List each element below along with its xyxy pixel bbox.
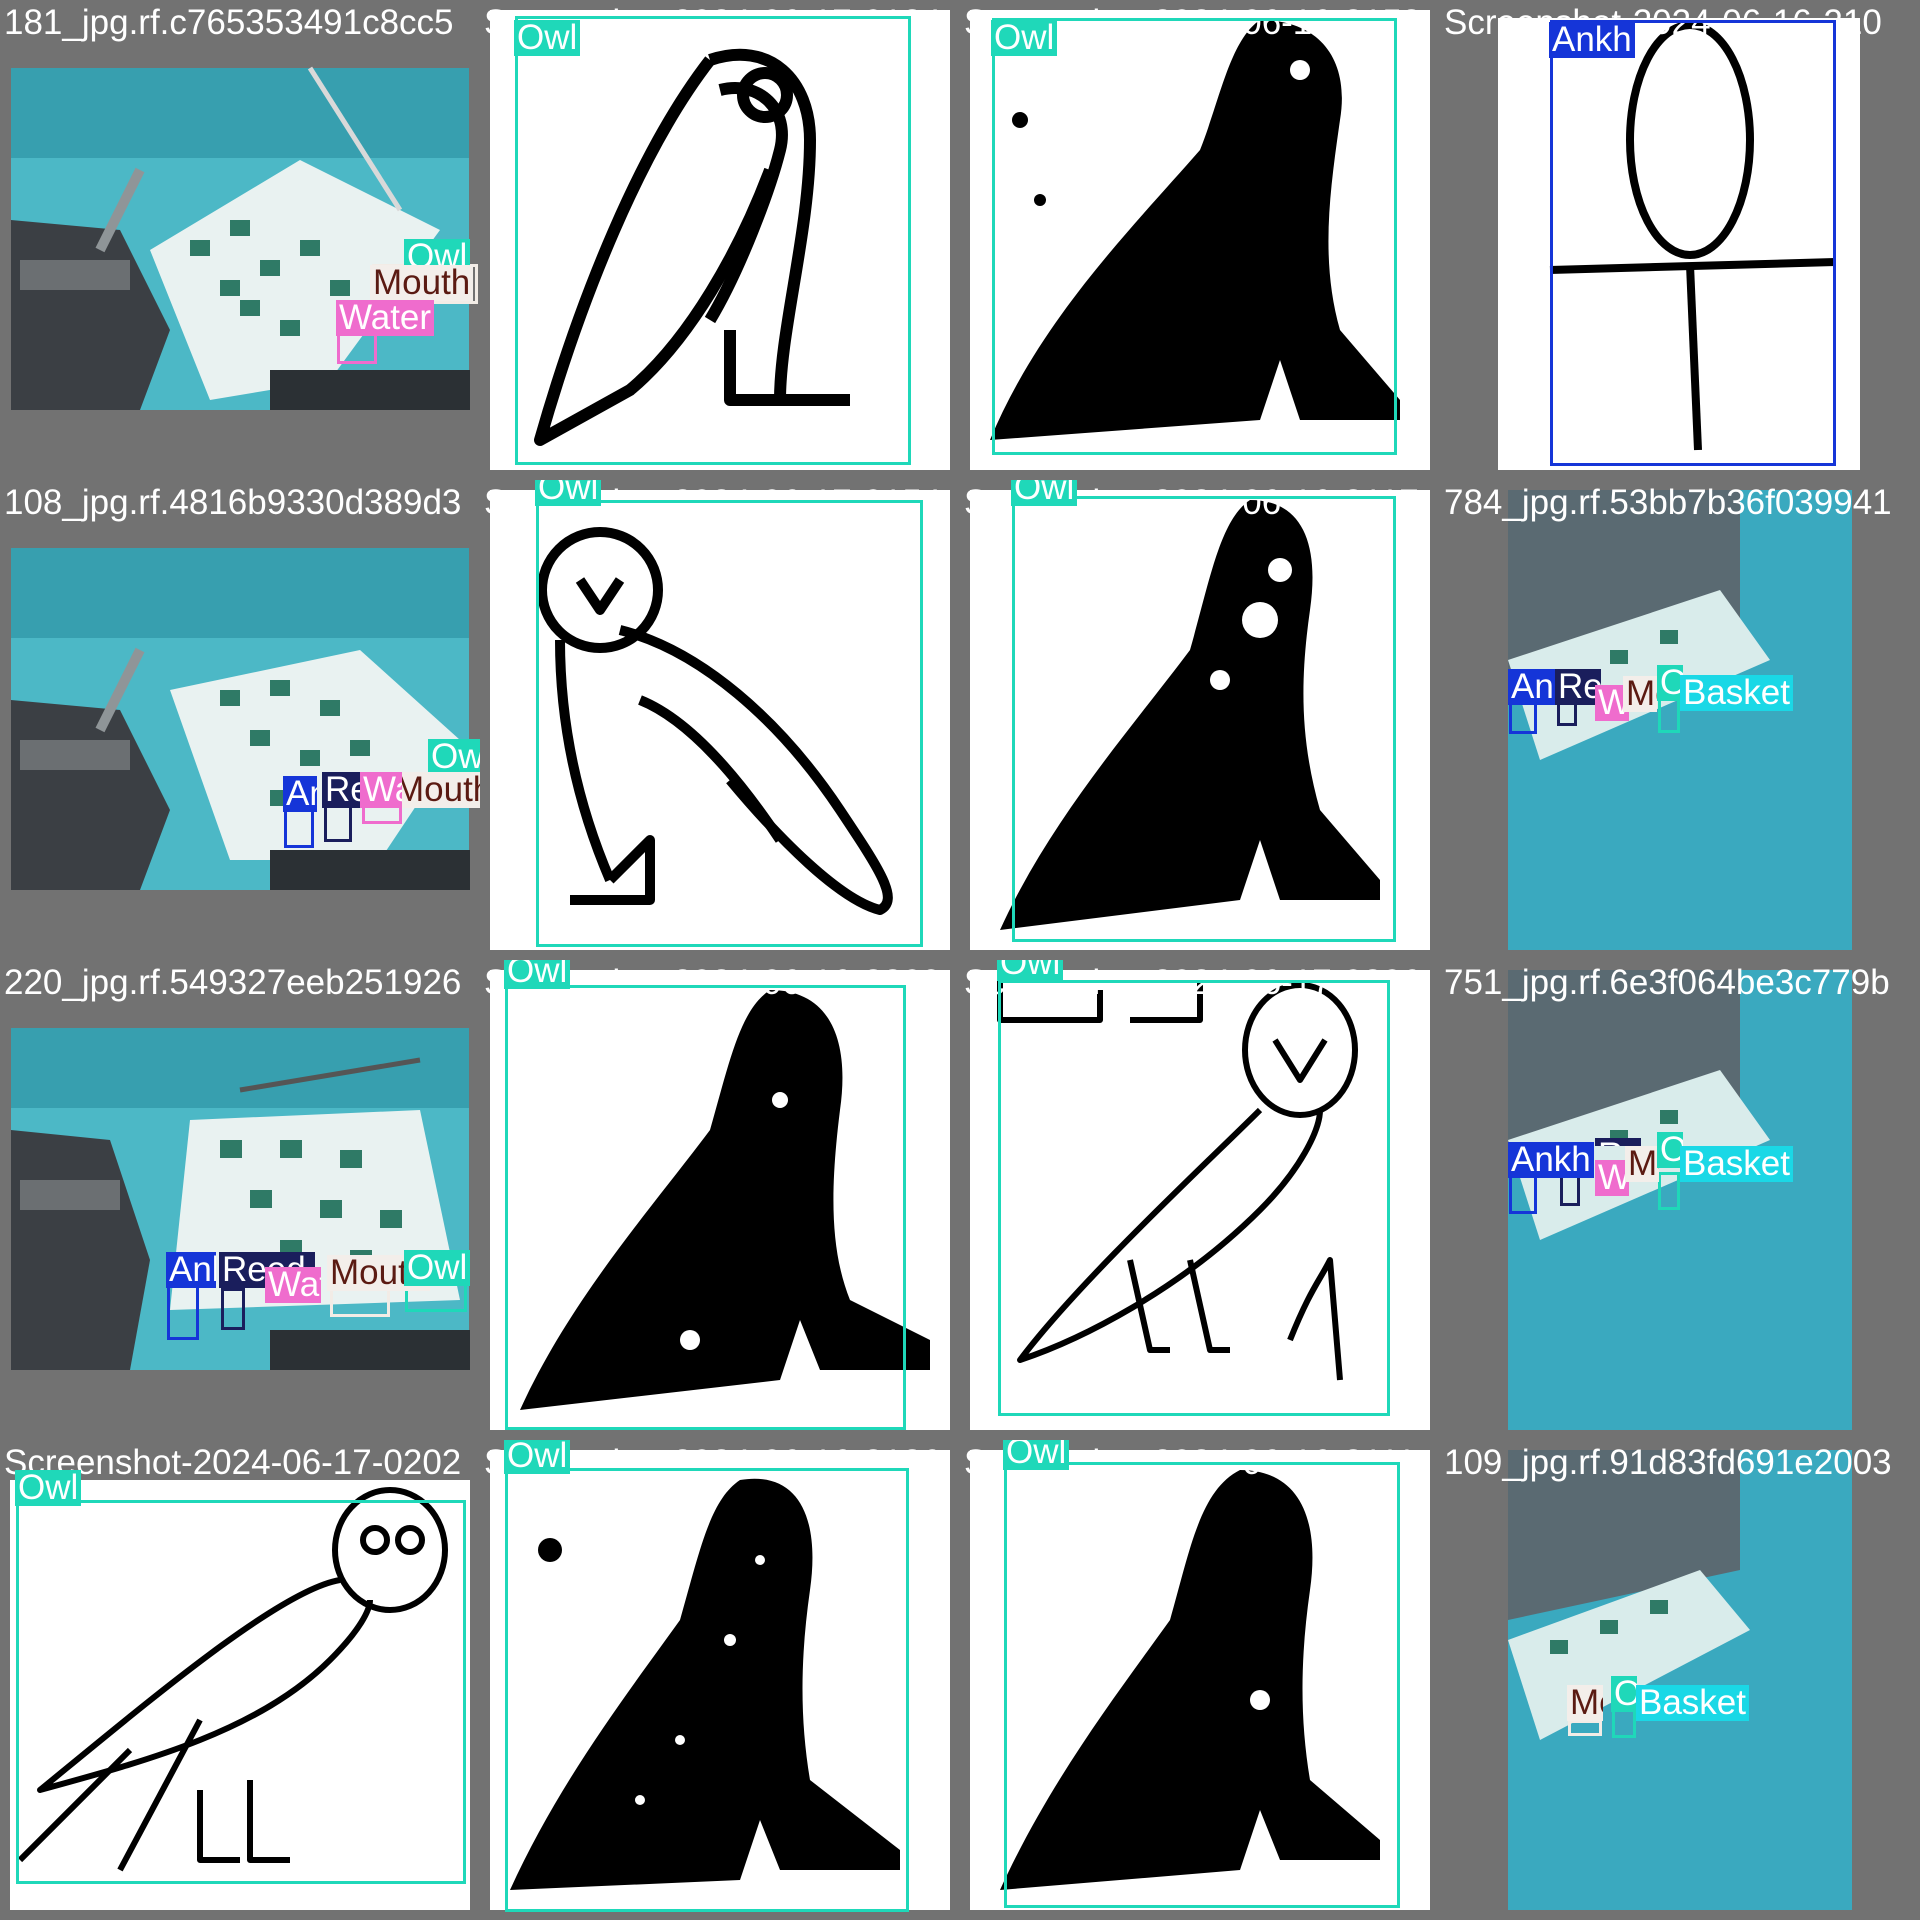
- detection-box-reed: [324, 802, 352, 842]
- detection-box-ankh: [1550, 20, 1836, 466]
- tile-filename: 109_jpg.rf.91d83fd691e2003: [1444, 1443, 1892, 1482]
- tile-owl-outline: Screenshot-2024-06-17-0206 Owl: [960, 960, 1440, 1440]
- detection-label-owl: Owl: [15, 1470, 82, 1506]
- detection-label-reed: Reed: [1595, 1138, 1641, 1146]
- detection-label-mouth: Mouth: [1623, 676, 1657, 712]
- tile-bird-silhouette: Screenshot-2024-06-16-2209 Owl: [480, 960, 960, 1440]
- detection-label-basket: Basket: [1680, 675, 1793, 711]
- detection-label-water: Water: [1595, 1160, 1629, 1196]
- detection-box-reed: [221, 1288, 245, 1330]
- tile-pool-photo: 784_jpg.rf.53bb7b36f039941 Ankh Reed Wat…: [1440, 480, 1920, 960]
- tile-bird-silhouette: Screenshot-2024-06-16-2126 Owl: [480, 1440, 960, 1920]
- detection-box-owl: [505, 1468, 909, 1912]
- detection-label-owl: Owl: [504, 1440, 571, 1474]
- detection-label-ankh: Ankh: [1508, 669, 1558, 705]
- detection-label-mouth: Mouth: [370, 265, 474, 301]
- detection-label-water: Water: [265, 1267, 321, 1303]
- tile-filename: 784_jpg.rf.53bb7b36f039941: [1444, 483, 1892, 522]
- tile-owl-outline: Screenshot-2024-06-17-0202 Owl: [0, 1440, 480, 1920]
- tile-pool-photo: 751_jpg.rf.6e3f064be3c779b Ankh Reed Wat…: [1440, 960, 1920, 1440]
- detection-label-ankh: Ankh: [166, 1252, 216, 1288]
- detection-label-ankh: Ankh: [1549, 22, 1635, 58]
- detection-label-basket: Basket: [1636, 1685, 1749, 1721]
- tile-bird-silhouette: Screenshot-2024-06-16-2153 Owl: [960, 0, 1440, 480]
- tile-pool-photo: 181_jpg.rf.c765353491c8cc5 Owl Mouth Wat…: [0, 0, 480, 480]
- detection-box-owl: [992, 18, 1397, 455]
- detection-label-water: Water: [360, 772, 402, 808]
- tile-pool-photo: 108_jpg.rf.4816b9330d389d3 Owl Mouth Ank…: [0, 480, 480, 960]
- tile-bird-silhouette: Screenshot-2024-06-16-2111 Owl: [960, 1440, 1440, 1920]
- detection-label-owl: Owl: [535, 480, 602, 506]
- detection-label-ankh: Ankh: [1508, 1142, 1594, 1178]
- detection-label-ankh: Ankh: [283, 776, 317, 812]
- detection-label-reed: Reed: [322, 772, 364, 808]
- detection-box-owl: [998, 980, 1390, 1416]
- tile-filename: 220_jpg.rf.549327eeb251926: [4, 963, 462, 1002]
- tile-pool-photo: 109_jpg.rf.91d83fd691e2003 Mouth Owl Bas…: [1440, 1440, 1920, 1920]
- detection-label-basket: Basket: [1680, 1146, 1793, 1182]
- detection-label-owl: Owl: [1003, 1440, 1070, 1470]
- pool-photo-image: [11, 548, 470, 890]
- detection-label-mouth: Mouth: [392, 772, 480, 808]
- tile-filename: 181_jpg.rf.c765353491c8cc5: [4, 3, 454, 42]
- detection-box-owl: [16, 1500, 466, 1884]
- pool-photo-image: [1508, 1450, 1852, 1910]
- detection-label-owl: Owl: [1011, 480, 1078, 506]
- tile-owl-outline: Screenshot-2024-06-17-0124 Owl: [480, 0, 960, 480]
- detection-label-owl: Owl: [514, 20, 581, 56]
- tile-ankh: Screenshot-2024-06-16-210 Ankh: [1440, 0, 1920, 480]
- detection-mosaic: 181_jpg.rf.c765353491c8cc5 Owl Mouth Wat…: [0, 0, 1920, 1920]
- detection-label-mouth: Mouth: [1625, 1146, 1659, 1182]
- detection-box-owl: [1612, 1708, 1636, 1738]
- detection-box-mouth: [1568, 1720, 1602, 1736]
- tile-owl-outline: Screenshot-2024-06-17-0154 Owl: [480, 480, 960, 960]
- detection-label-owl: Owl: [997, 960, 1064, 981]
- detection-box-owl: [515, 16, 911, 465]
- detection-box-owl: [505, 985, 906, 1430]
- pool-photo-image: [11, 1028, 470, 1370]
- detection-box-ankh: [284, 808, 314, 848]
- detection-label-owl: Owl: [991, 20, 1058, 56]
- tile-filename: 108_jpg.rf.4816b9330d389d3: [4, 483, 462, 522]
- tile-bird-silhouette: Screenshot-2024-06-16-2117 Owl: [960, 480, 1440, 960]
- detection-box-owl: [1658, 1172, 1680, 1210]
- detection-box-ankh: [167, 1284, 199, 1340]
- tile-filename: 751_jpg.rf.6e3f064be3c779b: [1444, 963, 1890, 1002]
- detection-box-owl: [1004, 1462, 1400, 1908]
- detection-label-owl: Owl: [504, 960, 571, 989]
- detection-label-water: Water: [336, 300, 435, 336]
- detection-label-mouth: Mouth: [1567, 1685, 1603, 1721]
- detection-label-owl: Owl: [404, 1250, 471, 1286]
- detection-box-owl: [1012, 496, 1396, 942]
- detection-label-owl: Owl: [1611, 1676, 1637, 1712]
- detection-box-owl: [536, 500, 923, 947]
- tile-pool-photo: 220_jpg.rf.549327eeb251926 Ankh Reed Wat…: [0, 960, 480, 1440]
